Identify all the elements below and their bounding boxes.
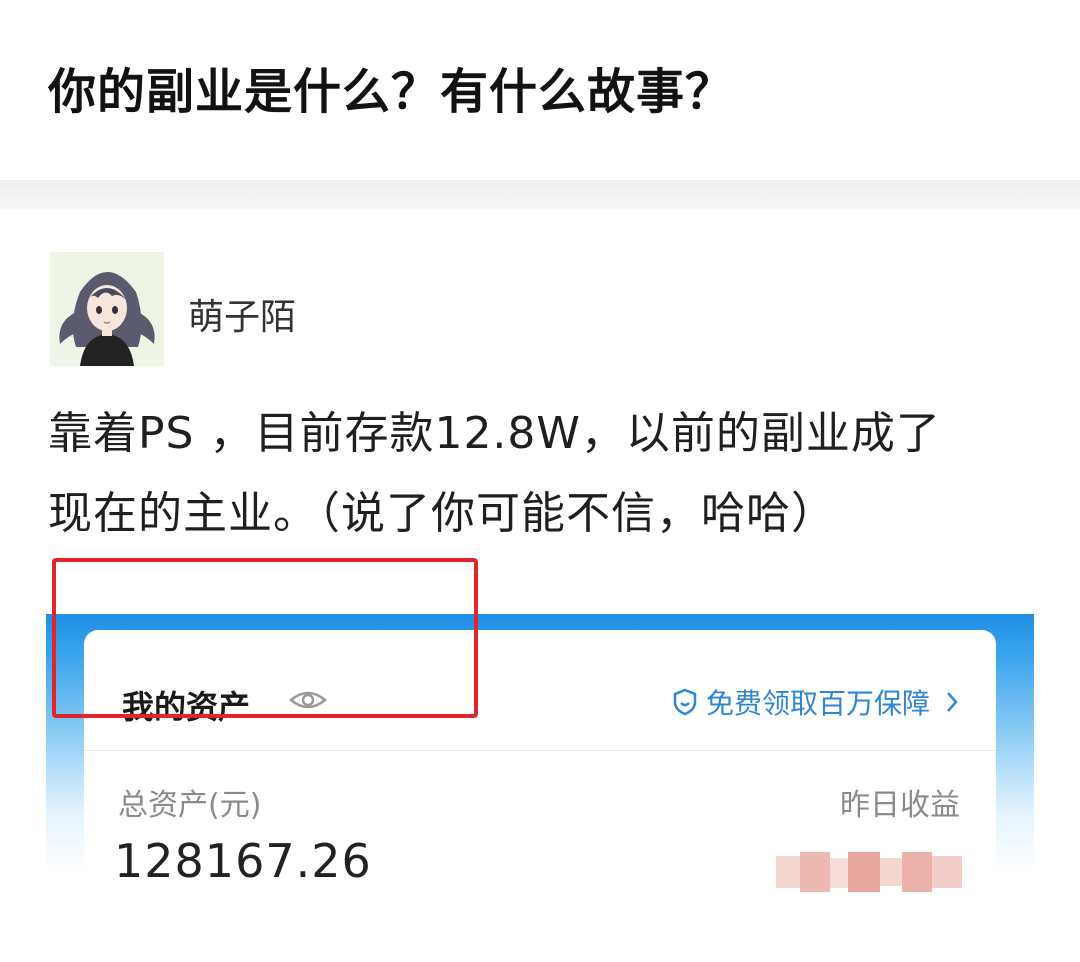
avatar[interactable] (50, 252, 164, 366)
blurred-earnings-value (776, 852, 962, 892)
answer-text-line: 靠着PS ，目前存款12.8W，以前的副业成了 (48, 408, 941, 459)
avatar-illustration (50, 252, 164, 366)
question-title[interactable]: 你的副业是什么？有什么故事？ (48, 52, 734, 122)
answer-text-line: 现在的主业。（说了你可能不信，哈哈） (48, 488, 836, 539)
answer-card: 萌子陌 靠着PS ，目前存款12.8W，以前的副业成了 现在的主业。（说了你可能… (0, 210, 1080, 962)
free-coverage-label: 免费领取百万保障 (705, 687, 930, 720)
total-assets-label: 总资产(元) (118, 788, 262, 823)
answer-text: 靠着PS ，目前存款12.8W，以前的副业成了 现在的主业。（说了你可能不信，哈… (48, 394, 1038, 554)
question-header: 你的副业是什么？有什么故事？ (0, 0, 1080, 180)
shield-icon (673, 688, 697, 716)
asset-screenshot-image[interactable]: 我的资产 免费领取百万保障 总资产(元) 128167.26 昨日收益 (46, 614, 1034, 934)
page: 你的副业是什么？有什么故事？ 萌子陌 靠着PS ，目前存款12.8W，以前的副业… (0, 0, 1080, 962)
yesterday-earnings-label: 昨日收益 (840, 788, 960, 823)
total-assets-value: 128167.26 (114, 834, 372, 888)
free-coverage-link: 免费领取百万保障 (672, 684, 960, 720)
card-divider (84, 750, 996, 751)
asset-title: 我的资产 (122, 688, 251, 726)
author-name[interactable]: 萌子陌 (188, 288, 296, 340)
chevron-right-icon (947, 692, 958, 712)
section-divider (0, 180, 1080, 210)
eye-icon (289, 691, 327, 709)
asset-card: 我的资产 免费领取百万保障 总资产(元) 128167.26 昨日收益 (84, 630, 996, 934)
